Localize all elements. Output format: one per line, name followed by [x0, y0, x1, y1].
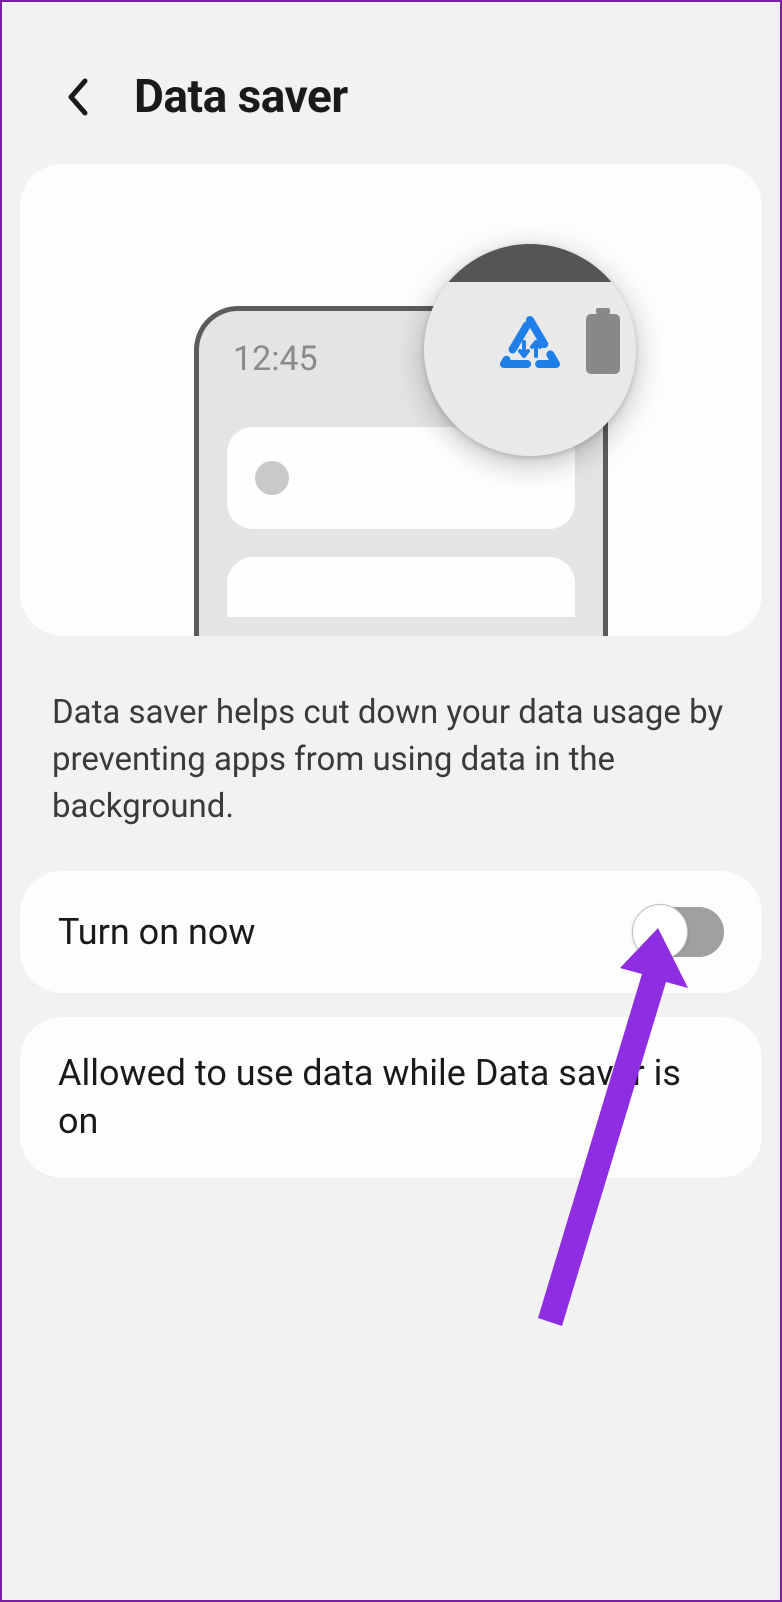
data-saver-icon [494, 314, 566, 386]
back-button[interactable] [60, 75, 94, 119]
magnifier-top-bar [424, 244, 636, 282]
illustration-dot [255, 461, 289, 495]
allowed-apps-row[interactable]: Allowed to use data while Data saver is … [20, 1017, 762, 1178]
illustration-time: 12:45 [233, 339, 318, 379]
page-title: Data saver [134, 70, 348, 124]
turn-on-now-label: Turn on now [58, 911, 255, 953]
illustration-card: 12:45 [20, 164, 762, 636]
battery-icon [586, 314, 620, 374]
turn-on-now-row[interactable]: Turn on now [20, 871, 762, 993]
chevron-left-icon [65, 77, 89, 117]
description-text: Data saver helps cut down your data usag… [2, 636, 780, 867]
toggle-knob [632, 904, 688, 960]
header: Data saver [2, 2, 780, 164]
illustration-card-row-2 [227, 557, 575, 617]
magnifier-circle [424, 244, 636, 456]
allowed-apps-label: Allowed to use data while Data saver is … [58, 1049, 724, 1146]
turn-on-now-toggle[interactable] [634, 907, 724, 957]
